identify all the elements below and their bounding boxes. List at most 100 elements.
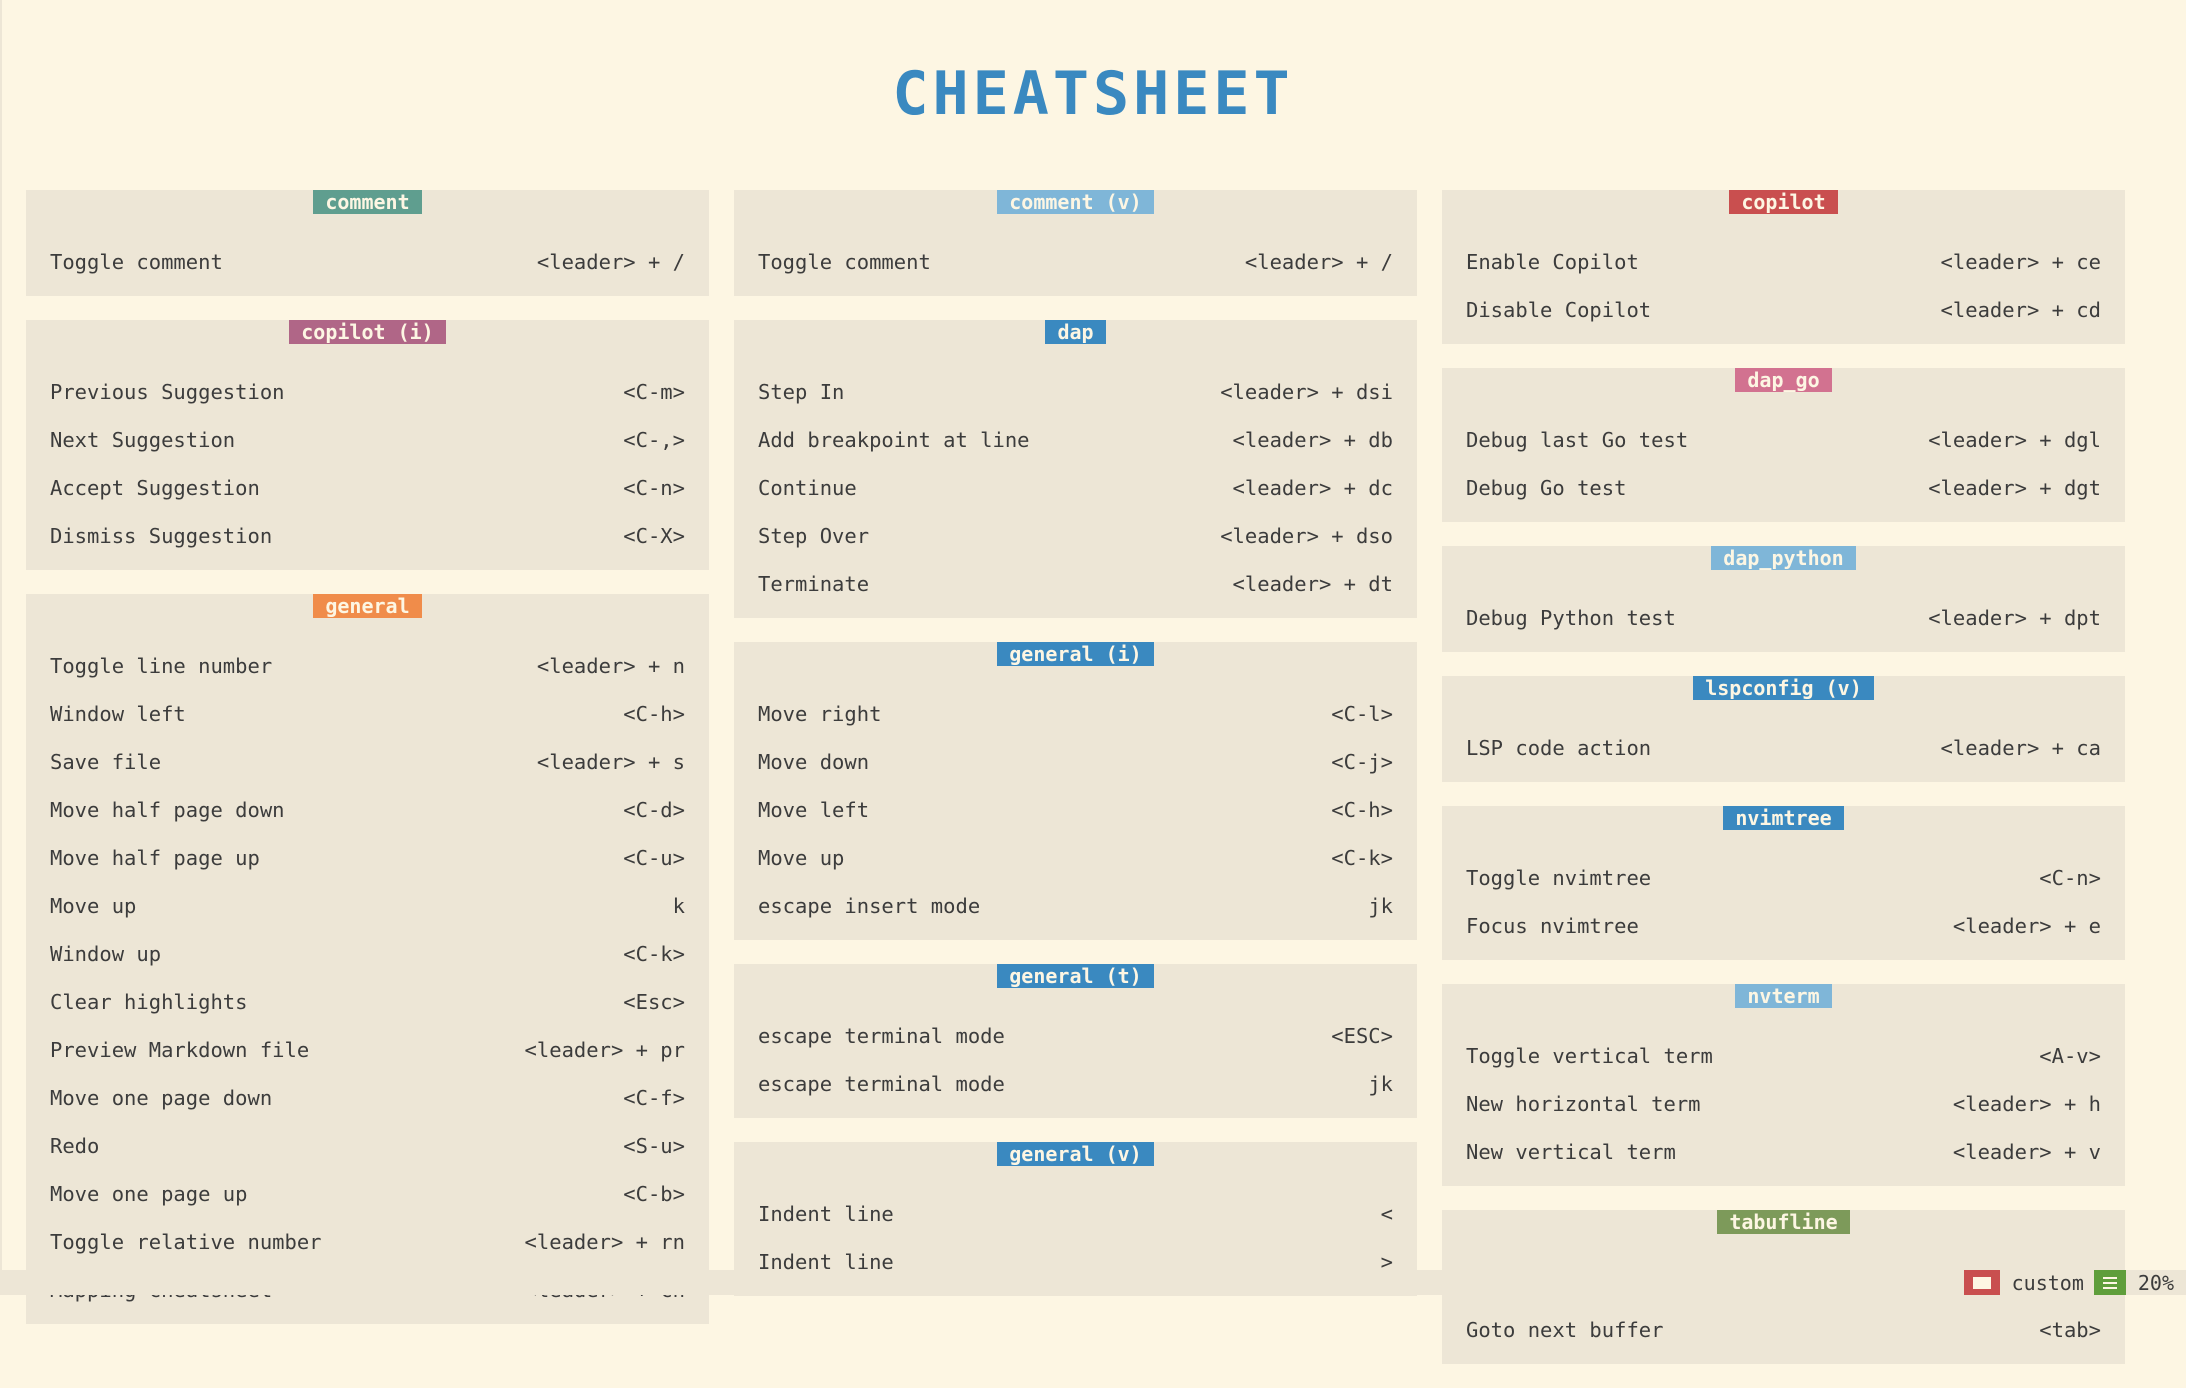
mapping-row: Move up k	[50, 882, 685, 930]
card-header: copilot (i)	[50, 320, 685, 368]
window-edge	[0, 0, 2, 1270]
mapping-row: Step Over <leader> + dso	[758, 512, 1393, 560]
mapping-description: Toggle comment	[50, 250, 223, 274]
mapping-keys: jk	[1368, 1072, 1393, 1096]
mapping-description: Goto next buffer	[1466, 1318, 1664, 1342]
mapping-description: Add breakpoint at line	[758, 428, 1030, 452]
card-header: lspconfig (v)	[1466, 676, 2101, 724]
mapping-keys: <C-,>	[623, 428, 685, 452]
mapping-description: Enable Copilot	[1466, 250, 1639, 274]
mapping-row: Move half page down <C-d>	[50, 786, 685, 834]
mapping-row: Enable Copilot <leader> + ce	[1466, 238, 2101, 286]
mapping-keys: <A-v>	[2039, 1044, 2101, 1068]
mapping-row: Previous Suggestion <C-m>	[50, 368, 685, 416]
mapping-keys: <leader> + dso	[1220, 524, 1393, 548]
mapping-card: general Toggle line number <leader> + n Win…	[26, 594, 709, 1324]
mapping-card: nvimtree Toggle nvimtree <C-n> Focus nvimtr…	[1442, 806, 2125, 960]
column-1: comment Toggle comment <leader> + / copilot…	[26, 190, 709, 1348]
mapping-description: Toggle nvimtree	[1466, 866, 1652, 890]
card-title: copilot (i)	[289, 320, 446, 344]
card-header: dap_python	[1466, 546, 2101, 594]
mapping-card: dap_go Debug last Go test <leader> + dgl De…	[1442, 368, 2125, 522]
mapping-description: Move half page up	[50, 846, 260, 870]
mapping-card: general (t) escape terminal mode <ESC> esca…	[734, 964, 1417, 1118]
mapping-row: Dismiss Suggestion <C-X>	[50, 512, 685, 560]
mapping-description: Window up	[50, 942, 162, 966]
mapping-row: Move right <C-l>	[758, 690, 1393, 738]
mapping-row: Debug Go test <leader> + dgt	[1466, 464, 2101, 512]
mapping-keys: <leader> + dgt	[1928, 476, 2101, 500]
mapping-description: Clear highlights	[50, 990, 248, 1014]
mapping-keys: <leader> + dgl	[1928, 428, 2101, 452]
mapping-keys: <S-u>	[623, 1134, 685, 1158]
mapping-description: Focus nvimtree	[1466, 914, 1639, 938]
card-title: general (v)	[997, 1142, 1154, 1166]
mapping-keys: <C-f>	[623, 1086, 685, 1110]
card-header: nvimtree	[1466, 806, 2101, 854]
card-header: dap_go	[1466, 368, 2101, 416]
mapping-description: Debug Python test	[1466, 606, 1676, 630]
mapping-keys: <leader> + ca	[1940, 736, 2101, 760]
mapping-description: Debug last Go test	[1466, 428, 1689, 452]
card-header: general (v)	[758, 1142, 1393, 1190]
mapping-keys: <C-l>	[1331, 702, 1393, 726]
mapping-keys: jk	[1368, 894, 1393, 918]
mapping-row: LSP code action <leader> + ca	[1466, 724, 2101, 772]
mapping-keys: <leader> + h	[1952, 1092, 2101, 1116]
mapping-description: Window left	[50, 702, 186, 726]
mapping-row: Preview Markdown file <leader> + pr	[50, 1026, 685, 1074]
mapping-description: Toggle relative number	[50, 1230, 322, 1254]
card-title: lspconfig (v)	[1693, 676, 1874, 700]
cheatsheet-banner: CHEATSHEET	[0, 64, 2186, 124]
mapping-description: Move one page up	[50, 1182, 248, 1206]
card-title: nvterm	[1735, 984, 1832, 1008]
mapping-keys: <C-n>	[2039, 866, 2101, 890]
mapping-keys: <leader> + s	[536, 750, 685, 774]
mapping-row: Move up <C-k>	[758, 834, 1393, 882]
mapping-keys: <leader> + /	[1244, 250, 1393, 274]
folder-icon	[1963, 1270, 2000, 1295]
card-title: dap	[1045, 320, 1106, 344]
card-header: dap	[758, 320, 1393, 368]
mapping-row: Focus nvimtree <leader> + e	[1466, 902, 2101, 950]
mapping-card: dap_python Debug Python test <leader> + dp…	[1442, 546, 2125, 652]
mapping-row: Toggle comment <leader> + /	[758, 238, 1393, 286]
mapping-description: Toggle vertical term	[1466, 1044, 1713, 1068]
card-header: comment (v)	[758, 190, 1393, 238]
mapping-row: Move half page up <C-u>	[50, 834, 685, 882]
mapping-description: New horizontal term	[1466, 1092, 1701, 1116]
mapping-description: Move up	[758, 846, 845, 870]
mapping-row: Toggle relative number <leader> + rn	[50, 1218, 685, 1266]
mapping-row: Window up <C-k>	[50, 930, 685, 978]
mapping-row: escape terminal mode jk	[758, 1060, 1393, 1108]
mapping-row: Move down <C-j>	[758, 738, 1393, 786]
mapping-row: Step In <leader> + dsi	[758, 368, 1393, 416]
status-scroll-percent: 20%	[2137, 1270, 2174, 1295]
card-header: general (t)	[758, 964, 1393, 1012]
mapping-row: Indent line <	[758, 1190, 1393, 1238]
mapping-description: Redo	[50, 1134, 100, 1158]
mapping-row: New horizontal term <leader> + h	[1466, 1080, 2101, 1128]
mapping-keys: <C-k>	[1331, 846, 1393, 870]
mapping-row: Toggle vertical term <A-v>	[1466, 1032, 2101, 1080]
mapping-keys: <leader> + dsi	[1220, 380, 1393, 404]
card-header: nvterm	[1466, 984, 2101, 1032]
mapping-row: Move left <C-h>	[758, 786, 1393, 834]
mapping-keys: <C-X>	[623, 524, 685, 548]
mapping-row: Goto next buffer <tab>	[1466, 1306, 2101, 1354]
card-header: copilot	[1466, 190, 2101, 238]
mapping-description: Disable Copilot	[1466, 298, 1652, 322]
mapping-row: Save file <leader> + s	[50, 738, 685, 786]
mapping-keys: <C-k>	[623, 942, 685, 966]
status-branch-label: custom	[2011, 1270, 2084, 1295]
mapping-card: dap Step In <leader> + dsi Add breakpoint a…	[734, 320, 1417, 618]
mapping-description: Move down	[758, 750, 870, 774]
mapping-description: Save file	[50, 750, 162, 774]
mapping-description: Toggle comment	[758, 250, 931, 274]
mapping-row: escape insert mode jk	[758, 882, 1393, 930]
card-title: tabufline	[1717, 1210, 1850, 1234]
card-title: dap_python	[1711, 546, 1856, 570]
mapping-description: Move up	[50, 894, 137, 918]
mapping-keys: <C-m>	[623, 380, 685, 404]
mapping-description: Terminate	[758, 572, 870, 596]
